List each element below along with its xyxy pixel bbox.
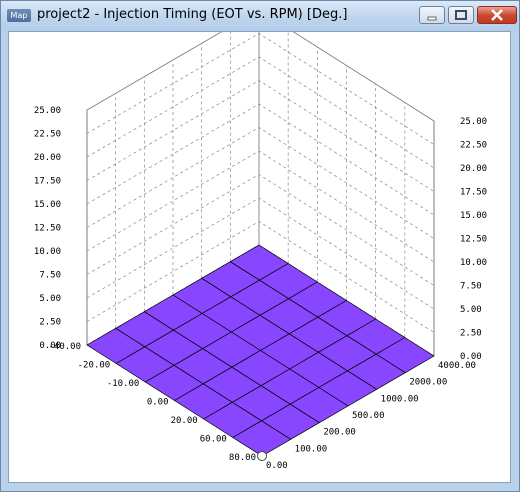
eot-tick-label: 80.00 <box>229 453 256 463</box>
rpm-tick-label: 100.00 <box>295 444 328 454</box>
rpm-tick-label: 2000.00 <box>409 378 447 388</box>
z-tick-label-left: 12.50 <box>34 224 61 234</box>
z-tick-label-left: 7.50 <box>39 271 61 281</box>
z-tick-label-right: 10.00 <box>460 258 487 268</box>
rpm-tick-label: 1000.00 <box>381 394 419 404</box>
z-tick-label-left: 22.50 <box>34 130 61 140</box>
z-gridline <box>86 127 435 239</box>
z-tick-label-left: 15.00 <box>34 200 61 210</box>
close-icon <box>491 9 503 21</box>
rpm-tick-label: 4000.00 <box>438 361 476 371</box>
z-tick-label-right: 22.50 <box>460 141 487 151</box>
z-tick-label-left: 20.00 <box>34 153 61 163</box>
surface-layer <box>86 244 435 457</box>
chart-area: 25.00 25.00 22.50 22.50 20.00 20.00 17.50 17.50… <box>8 9 511 483</box>
minimize-icon <box>427 16 437 21</box>
z-tick-label-right: 20.00 <box>460 164 487 174</box>
window-title: project2 - Injection Timing (EOT vs. RPM… <box>37 7 348 22</box>
eot-tick-label: 0.00 <box>147 398 169 408</box>
z-tick-label-right: 15.00 <box>460 211 487 221</box>
z-tick-label-right: 17.50 <box>460 188 487 198</box>
rotation-handle <box>257 451 267 461</box>
eot-tick-label: -40.00 <box>48 342 81 352</box>
rpm-tick-label: 200.00 <box>323 428 356 438</box>
z-gridline <box>86 33 435 145</box>
eot-tick-label: 20.00 <box>171 416 198 426</box>
z-tick-label-right: 7.50 <box>460 282 482 292</box>
maximize-icon <box>455 10 467 20</box>
eot-tick-label: -10.00 <box>107 379 140 389</box>
z-gridline <box>86 103 435 216</box>
title-bar[interactable]: Map project2 - Injection Timing (EOT vs.… <box>1 1 519 31</box>
z-tick-label-right: 12.50 <box>460 235 487 245</box>
eot-tick-label: -20.00 <box>78 361 111 371</box>
rpm-tick-label: 500.00 <box>352 411 385 421</box>
close-button[interactable] <box>477 6 517 24</box>
eot-tick-label: 60.00 <box>200 435 227 445</box>
minimize-button[interactable] <box>419 6 445 24</box>
z-gridline <box>86 80 435 192</box>
z-tick-label-right: 25.00 <box>460 117 487 127</box>
z-gridline <box>86 9 435 122</box>
z-tick-label-left: 25.00 <box>34 106 61 116</box>
surface-chart: 25.00 25.00 22.50 22.50 20.00 20.00 17.50 17.50… <box>34 9 487 471</box>
z-tick-label-right: 5.00 <box>460 305 482 315</box>
map-app-icon: Map <box>7 9 31 22</box>
map-window: Map project2 - Injection Timing (EOT vs.… <box>0 0 520 492</box>
z-tick-label-left: 10.00 <box>34 247 61 257</box>
maximize-button[interactable] <box>448 6 474 24</box>
z-gridline <box>86 56 435 169</box>
z-gridline <box>86 150 435 263</box>
z-tick-label-left: 5.00 <box>39 294 61 304</box>
z-tick-label-left: 2.50 <box>39 318 61 328</box>
z-tick-label-left: 17.50 <box>34 177 61 187</box>
z-tick-label-right: 2.50 <box>460 329 482 339</box>
rpm-tick-label: 0.00 <box>266 461 288 471</box>
